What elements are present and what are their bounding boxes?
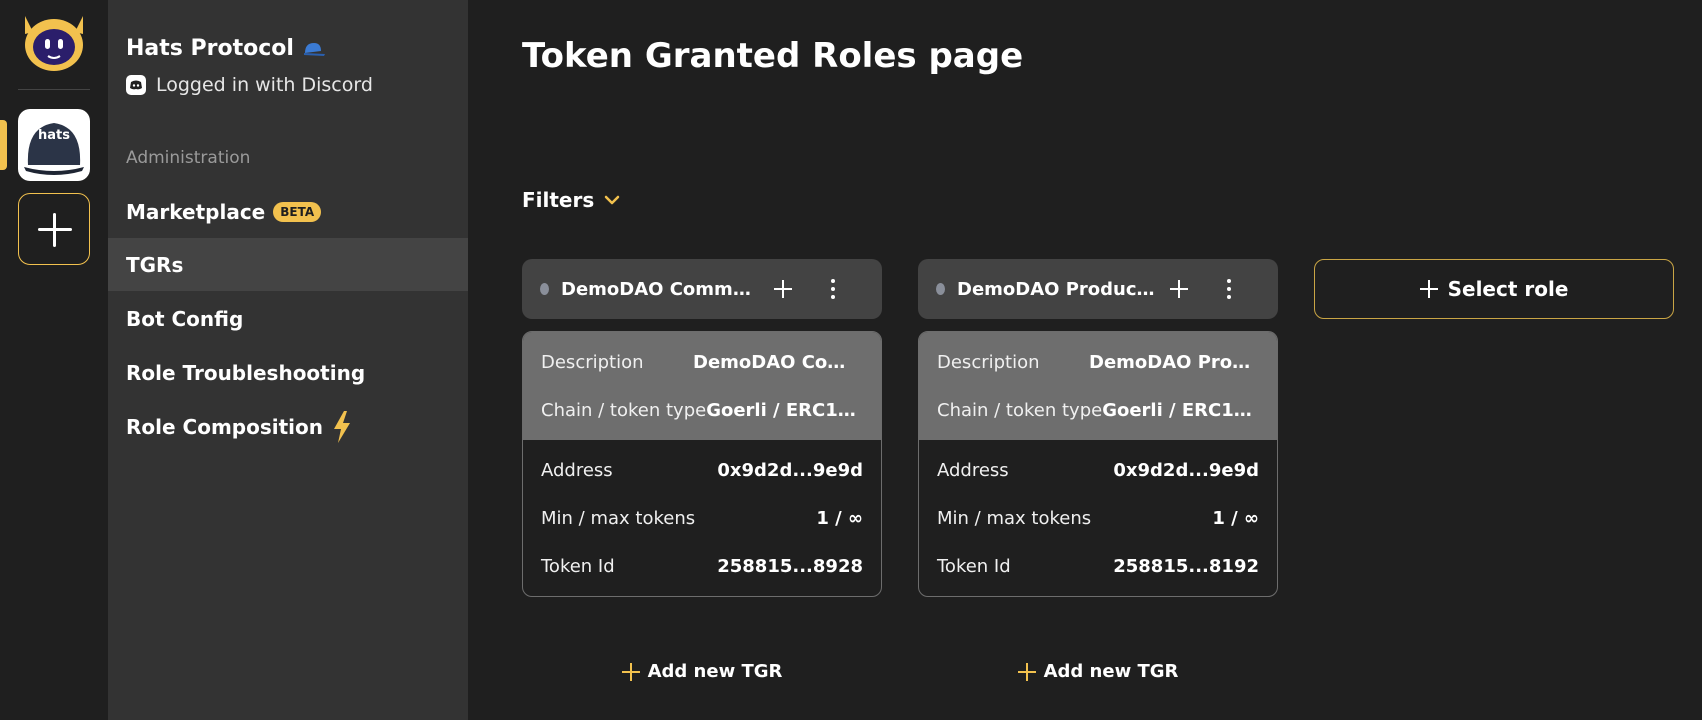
beta-badge: BETA: [273, 201, 322, 222]
address-row: Address 0x9d2d...9e9d: [937, 446, 1259, 494]
address-label: Address: [541, 459, 613, 481]
sidebar-item-role-composition[interactable]: Role Composition: [108, 400, 468, 453]
add-tgr-label: Add new TGR: [1043, 661, 1179, 682]
plus-icon: [1419, 280, 1438, 298]
description-value: DemoDAO Produ...: [1089, 351, 1259, 373]
server-name-text: Hats Protocol: [126, 36, 294, 61]
server-name: Hats Protocol: [126, 36, 326, 61]
address-value: 0x9d2d...9e9d: [717, 459, 863, 481]
plus-icon: [621, 662, 640, 681]
chain-row: Chain / token type Goerli / ERC1155: [541, 386, 863, 434]
sidebar-item-bot-config[interactable]: Bot Config: [108, 292, 468, 345]
description-label: Description: [937, 351, 1040, 373]
add-tgr-label: Add new TGR: [647, 661, 783, 682]
sidebar-item-marketplace[interactable]: Marketplace BETA: [108, 185, 468, 238]
role-name: DemoDAO Product Wo...: [957, 278, 1155, 300]
hats-cap-icon: hats: [24, 123, 84, 175]
tgr-card-summary: Description DemoDAO Com... Chain / token…: [523, 332, 881, 440]
chain-label: Chain / token type: [937, 399, 1103, 421]
tgr-card[interactable]: Description DemoDAO Com... Chain / token…: [522, 331, 882, 597]
sidebar-item-label: Bot Config: [126, 306, 244, 331]
role-column: DemoDAO Product Wo... Description DemoDA…: [918, 259, 1278, 597]
tokenid-value: 258815...8192: [1113, 555, 1259, 577]
sidebar: Hats Protocol Logged in with Discord Adm…: [108, 0, 468, 720]
discord-icon: [126, 75, 146, 95]
tokenid-label: Token Id: [541, 555, 615, 577]
add-icon[interactable]: [1169, 279, 1189, 299]
sidebar-item-label: Marketplace: [126, 199, 266, 224]
rail-divider: [18, 89, 90, 90]
minmax-row: Min / max tokens 1 / ∞: [937, 494, 1259, 542]
tgr-card[interactable]: Description DemoDAO Produ... Chain / tok…: [918, 331, 1278, 597]
chain-value: Goerli / ERC1155: [706, 399, 863, 421]
role-color-dot: [936, 283, 945, 295]
chain-label: Chain / token type: [541, 399, 707, 421]
description-value: DemoDAO Com...: [693, 351, 863, 373]
sidebar-item-tgrs[interactable]: TGRs: [108, 238, 468, 291]
bot-logo-icon[interactable]: [17, 12, 91, 74]
server-rail: hats: [0, 0, 108, 720]
tokenid-value: 258815...8928: [717, 555, 863, 577]
plus-icon: [1017, 662, 1036, 681]
login-text: Logged in with Discord: [156, 74, 373, 96]
lightning-icon: [334, 410, 350, 443]
active-server-indicator: [0, 120, 7, 170]
tokenid-label: Token Id: [937, 555, 1011, 577]
sidebar-item-label: Role Composition: [126, 414, 323, 439]
address-label: Address: [937, 459, 1009, 481]
add-new-tgr-button[interactable]: Add new TGR: [918, 661, 1278, 682]
app-root: hats Hats Protocol Logged in with Discor…: [0, 0, 1702, 720]
minmax-value: 1 / ∞: [1212, 507, 1259, 529]
tgr-card-summary: Description DemoDAO Produ... Chain / tok…: [919, 332, 1277, 440]
description-label: Description: [541, 351, 644, 373]
page-title: Token Granted Roles page: [522, 36, 1024, 76]
role-column: DemoDAO Communit... Description DemoDAO …: [522, 259, 882, 597]
server-icon-hats[interactable]: hats: [18, 109, 90, 181]
description-row: Description DemoDAO Produ...: [937, 338, 1259, 386]
more-options-icon[interactable]: [830, 279, 836, 299]
role-header[interactable]: DemoDAO Communit...: [522, 259, 882, 319]
filters-label: Filters: [522, 188, 595, 212]
chevron-down-icon: [605, 195, 620, 205]
hats-logo-text: hats: [38, 128, 70, 143]
filters-toggle[interactable]: Filters: [522, 188, 620, 212]
add-icon[interactable]: [773, 279, 793, 299]
minmax-label: Min / max tokens: [541, 507, 696, 529]
select-role-label: Select role: [1447, 277, 1569, 301]
minmax-row: Min / max tokens 1 / ∞: [541, 494, 863, 542]
description-row: Description DemoDAO Com...: [541, 338, 863, 386]
chain-row: Chain / token type Goerli / ERC1155: [937, 386, 1259, 434]
role-header[interactable]: DemoDAO Product Wo...: [918, 259, 1278, 319]
minmax-label: Min / max tokens: [937, 507, 1092, 529]
tgr-card-details: Address 0x9d2d...9e9d Min / max tokens 1…: [919, 440, 1277, 596]
more-options-icon[interactable]: [1226, 279, 1232, 299]
role-color-dot: [540, 283, 549, 295]
tgr-card-details: Address 0x9d2d...9e9d Min / max tokens 1…: [523, 440, 881, 596]
login-status: Logged in with Discord: [126, 74, 373, 96]
chain-value: Goerli / ERC1155: [1102, 399, 1259, 421]
role-name: DemoDAO Communit...: [561, 278, 759, 300]
add-server-button[interactable]: [18, 193, 90, 265]
select-role-button[interactable]: Select role: [1314, 259, 1674, 319]
minmax-value: 1 / ∞: [816, 507, 863, 529]
tokenid-row: Token Id 258815...8192: [937, 542, 1259, 590]
tokenid-row: Token Id 258815...8928: [541, 542, 863, 590]
sidebar-item-label: Role Troubleshooting: [126, 360, 366, 385]
address-value: 0x9d2d...9e9d: [1113, 459, 1259, 481]
add-new-tgr-button[interactable]: Add new TGR: [522, 661, 882, 682]
sidebar-item-role-troubleshooting[interactable]: Role Troubleshooting: [108, 346, 468, 399]
cap-emoji-icon: [303, 42, 325, 56]
section-label-administration: Administration: [126, 148, 251, 168]
address-row: Address 0x9d2d...9e9d: [541, 446, 863, 494]
sidebar-item-label: TGRs: [126, 252, 184, 277]
